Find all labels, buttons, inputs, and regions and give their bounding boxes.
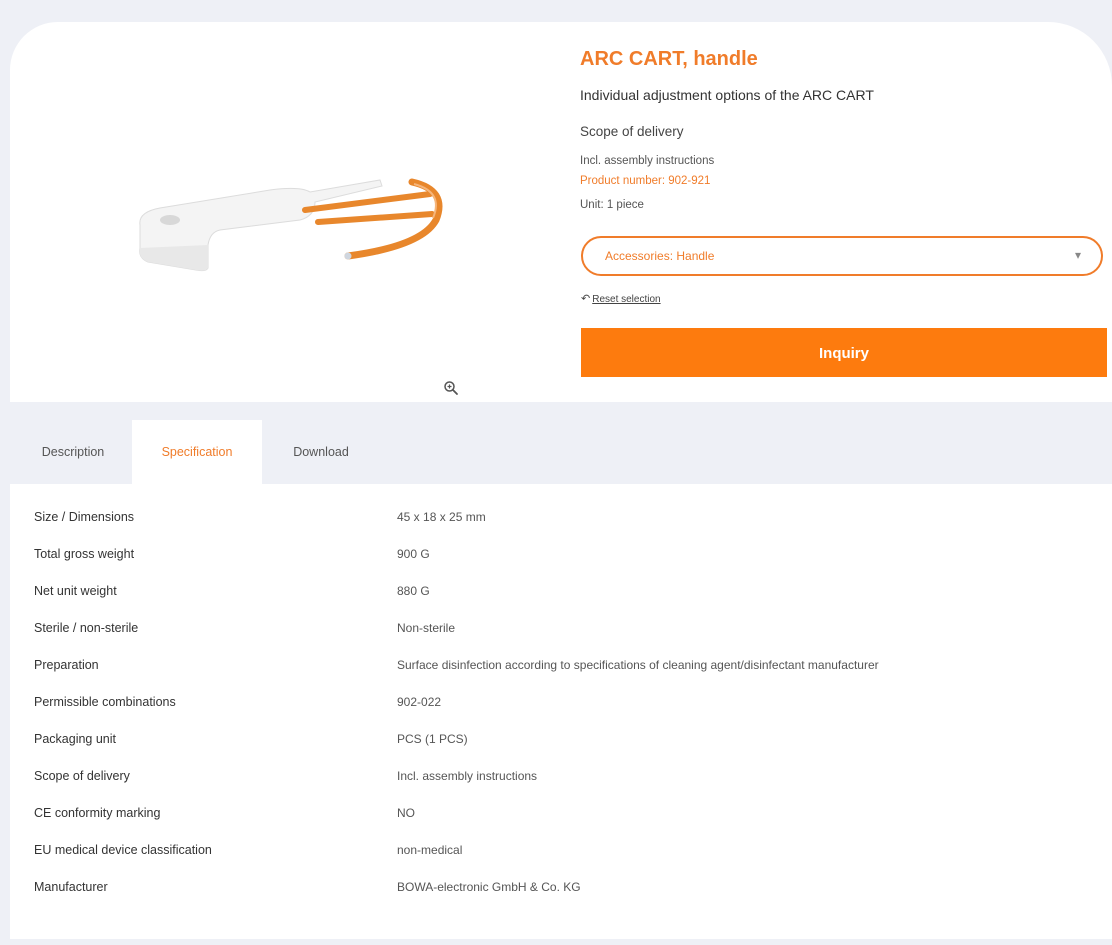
table-row: Permissible combinations 902-022 — [10, 685, 1112, 721]
spec-value: Incl. assembly instructions — [397, 769, 538, 783]
table-row: Net unit weight 880 G — [10, 574, 1112, 610]
table-row: Total gross weight 900 G — [10, 537, 1112, 573]
page: ARC CART, handle Individual adjustment o… — [0, 0, 1112, 945]
spec-label: Scope of delivery — [34, 769, 130, 783]
product-image[interactable] — [100, 150, 460, 300]
select-value: Accessories: Handle — [605, 249, 715, 263]
spec-value: 45 x 18 x 25 mm — [397, 510, 486, 524]
tab-bar: Description Specification Download — [10, 420, 410, 484]
scope-line: Incl. assembly instructions — [580, 155, 715, 167]
specification-table: Size / Dimensions 45 x 18 x 25 mm Total … — [10, 484, 1112, 939]
spec-label: Total gross weight — [34, 547, 135, 561]
spec-label: Permissible combinations — [34, 695, 176, 709]
table-row: CE conformity marking NO — [10, 796, 1112, 832]
tab-description[interactable]: Description — [18, 420, 128, 484]
spec-label: Sterile / non-sterile — [34, 621, 139, 635]
table-row: Scope of delivery Incl. assembly instruc… — [10, 759, 1112, 795]
spec-label: Net unit weight — [34, 584, 117, 598]
spec-label: Size / Dimensions — [34, 510, 135, 524]
product-subtitle: Individual adjustment options of the ARC… — [580, 87, 874, 103]
spec-value: non-medical — [397, 843, 463, 857]
table-row: Preparation Surface disinfection accordi… — [10, 648, 1112, 684]
table-row: Size / Dimensions 45 x 18 x 25 mm — [10, 500, 1112, 536]
spec-value: 902-022 — [397, 695, 442, 709]
inquiry-button[interactable]: Inquiry — [581, 328, 1107, 377]
product-title: ARC CART, handle — [580, 48, 758, 70]
unit-info: Unit: 1 piece — [580, 199, 644, 211]
spec-value: 880 G — [397, 584, 430, 598]
spec-label: Preparation — [34, 658, 99, 672]
spec-label: EU medical device classification — [34, 843, 212, 857]
chevron-down-icon: ▾ — [1074, 248, 1081, 262]
spec-value: NO — [397, 806, 415, 820]
scope-heading: Scope of delivery — [580, 124, 684, 139]
tab-download[interactable]: Download — [266, 420, 376, 484]
product-image-svg — [139, 178, 443, 272]
zoom-in-icon[interactable] — [443, 380, 459, 396]
table-row: Packaging unit PCS (1 PCS) — [10, 722, 1112, 758]
spec-label: Manufacturer — [34, 880, 108, 894]
undo-icon: ↶ — [581, 293, 591, 305]
table-row: Manufacturer BOWA-electronic GmbH & Co. … — [10, 870, 1112, 906]
tab-specification[interactable]: Specification — [132, 420, 262, 484]
table-row: EU medical device classification non-med… — [10, 833, 1112, 869]
spec-value: Non-sterile — [397, 621, 456, 635]
reset-selection-label: Reset selection — [592, 294, 661, 305]
spec-value: 900 G — [397, 547, 430, 561]
spec-label: Packaging unit — [34, 732, 117, 746]
spec-label: CE conformity marking — [34, 806, 161, 820]
spec-value: BOWA-electronic GmbH & Co. KG — [397, 880, 581, 894]
product-number: Product number: 902-921 — [580, 175, 711, 187]
table-row: Sterile / non-sterile Non-sterile — [10, 611, 1112, 647]
reset-selection-link[interactable]: ↶ Reset selection — [581, 292, 661, 305]
spec-value: Surface disinfection according to specif… — [397, 658, 879, 672]
spec-value: PCS (1 PCS) — [397, 732, 468, 746]
accessories-select[interactable]: Accessories: Handle ▾ — [581, 236, 1103, 276]
